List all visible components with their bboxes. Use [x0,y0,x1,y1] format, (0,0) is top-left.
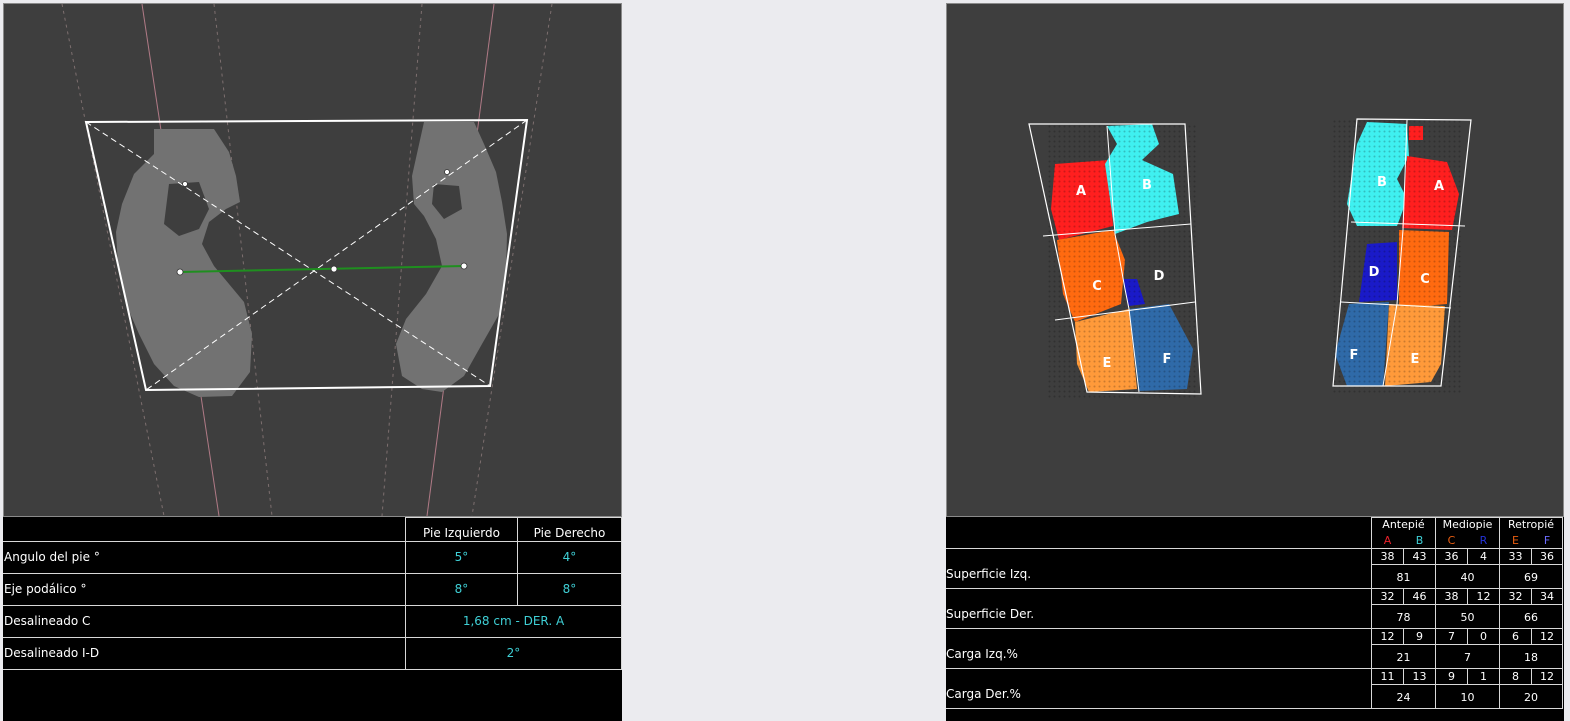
misalignment-id-value: 2° [506,646,521,660]
value-cell: 43 [1412,550,1427,563]
zone-label-f: F [1350,348,1359,363]
row-label-podal-axis: Eje podálico ° [4,582,87,596]
total-cell: 50 [1460,611,1475,624]
group-header-rearfoot: Retropié [1507,518,1555,531]
zone-label-b: B [1142,178,1152,193]
total-cell: 78 [1396,611,1411,624]
row-label-foot-angle: Angulo del pie ° [4,550,100,564]
zone-label-c: C [1092,279,1102,294]
foot-angle-table: Pie Izquierdo Pie Derecho Angulo del pie… [3,517,622,721]
total-cell: 7 [1464,651,1471,664]
total-cell: 21 [1396,651,1411,664]
zone-label-a: A [1076,184,1086,199]
group-header-forefoot: Antepié [1382,518,1425,531]
left-foot-pressure [1028,123,1202,399]
zone-letter-a: A [1383,534,1392,547]
value-cell: 46 [1412,590,1427,603]
value-cell: 8 [1512,670,1519,683]
zone-label-d: D [1154,269,1165,284]
total-cell: 66 [1524,611,1538,624]
value-cell: 32 [1508,590,1523,603]
value-cell: 7 [1448,630,1455,643]
zone-label-d: D [1369,265,1380,280]
pressure-map-image: A B C D E F B A D C F E [1028,118,1472,399]
value-cell: 36 [1444,550,1459,563]
zone-label-a: A [1434,179,1444,194]
row-label-misalignment-id: Desalineado I-D [4,646,100,660]
total-cell: 20 [1524,691,1538,704]
value-cell: 34 [1540,590,1554,603]
right-foot-shape [396,122,507,392]
zone-letter-f: F [1543,534,1551,547]
zone-label-e: E [1103,356,1112,371]
podal-axis-left-value: 8° [454,582,469,596]
value-cell: 1 [1480,670,1487,683]
foot-scan-view[interactable] [3,3,622,517]
value-cell: 32 [1380,590,1395,603]
foot-angle-left-value: 5° [454,550,469,564]
misalignment-c-value: 1,68 cm - DER. A [462,614,565,628]
zone-label-c: C [1420,272,1430,287]
value-cell: 4 [1480,550,1487,563]
total-cell: 69 [1524,571,1538,584]
row-label-load-right: Carga Der.% [946,687,1021,701]
value-cell: 36 [1540,550,1554,563]
column-header-left-foot: Pie Izquierdo [423,526,500,540]
zone-letter-r: R [1479,534,1488,547]
zone-distribution-table: Antepié Mediopie Retropié A B C R E F Su… [946,517,1564,721]
value-cell: 0 [1480,630,1487,643]
left-foot-shape [116,129,252,397]
value-cell: 38 [1444,590,1459,603]
total-cell: 40 [1460,571,1475,584]
value-cell: 12 [1540,630,1554,643]
value-cell: 12 [1476,590,1491,603]
value-cell: 38 [1380,550,1395,563]
zone-letter-e: E [1512,534,1519,547]
zone-label-b: B [1377,175,1387,190]
total-cell: 81 [1396,571,1411,584]
zone-letter-c: C [1447,534,1456,547]
podal-axis-right-value: 8° [562,582,577,596]
value-cell: 6 [1512,630,1519,643]
row-label-load-left: Carga Izq.% [946,647,1018,661]
total-cell: 24 [1396,691,1411,704]
value-cell: 12 [1540,670,1554,683]
group-header-midfoot: Mediopie [1442,518,1493,531]
foot-angle-right-value: 4° [562,550,577,564]
total-cell: 10 [1460,691,1475,704]
foot-axis-line [179,265,465,273]
zone-letter-b: B [1415,534,1424,547]
row-label-misalignment-c: Desalineado C [4,614,91,628]
value-cell: 9 [1416,630,1423,643]
value-cell: 9 [1448,670,1455,683]
pressure-map-view[interactable]: A B C D E F B A D C F E [946,3,1564,517]
value-cell: 11 [1380,670,1395,683]
row-label-surface-right: Superficie Der. [946,607,1035,621]
value-cell: 33 [1508,550,1523,563]
row-label-surface-left: Superficie Izq. [946,567,1032,581]
zone-label-f: F [1163,352,1172,367]
foot-scan-image [61,3,553,517]
value-cell: 13 [1412,670,1427,683]
value-cell: 12 [1380,630,1395,643]
total-cell: 18 [1524,651,1538,664]
column-header-right-foot: Pie Derecho [533,526,606,540]
zone-label-e: E [1411,352,1420,367]
